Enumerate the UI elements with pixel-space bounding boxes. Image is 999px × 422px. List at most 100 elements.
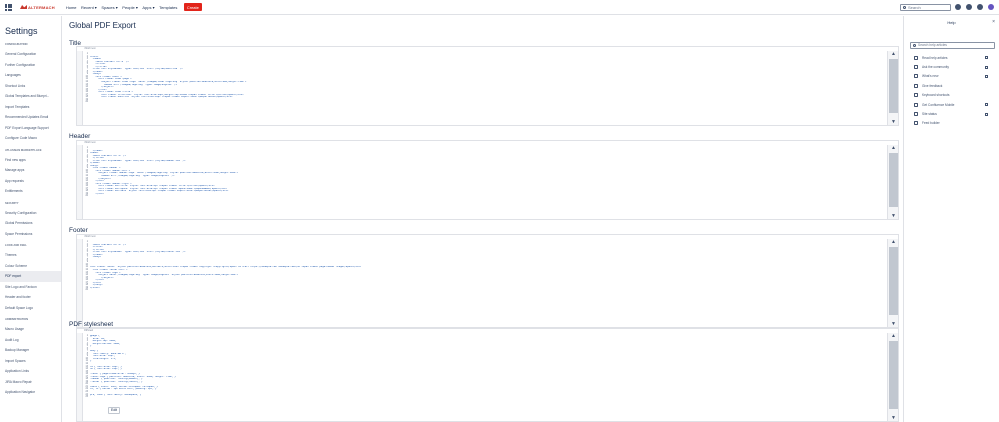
sidebar-item[interactable]: Security Configuration [5,208,61,219]
code-editor[interactable]: <html> text 1 2 3 4 5 6 7 8 9 10 11 12 13 14 15 16 17 18 19… [76,234,899,328]
primary-nav: Home Recent ▾ Spaces ▾ People ▾ Apps ▾ Templa… [66,5,182,10]
sidebar-item[interactable]: Default Space Logo [5,303,61,314]
search-input[interactable]: Search [900,4,951,11]
sidebar-item[interactable]: Header and footer [5,292,61,303]
sidebar-item[interactable]: Site Logo and Favicon [5,282,61,293]
sidebar-item[interactable]: Macro Usage [5,324,61,335]
close-icon[interactable]: × [992,19,995,25]
scroll-up-icon[interactable]: ▲ [888,51,898,57]
scroll-up-icon[interactable]: ▲ [888,239,898,245]
sidebar-item[interactable]: Shortcut Links [5,81,61,92]
scrollbar-thumb[interactable] [889,59,898,113]
sidebar-section-label: ADMINISTRATION [5,318,29,321]
app-switcher-icon[interactable] [5,3,12,11]
help-link[interactable]: Read help articles [914,53,990,62]
help-link-label: Site status [922,112,937,117]
help-icon[interactable] [966,4,972,10]
help-link[interactable]: Keyboard shortcuts [914,91,990,100]
edit-button[interactable]: Edit [108,407,120,414]
scroll-down-icon[interactable]: ▼ [888,321,898,327]
nav-item[interactable]: Apps ▾ [142,5,154,10]
sidebar-item[interactable]: Colour Scheme [5,261,61,272]
settings-icon[interactable] [977,4,983,10]
sidebar-item[interactable]: Audit Log [5,335,61,346]
code-content[interactable]: </head> <head> <meta charset="utf-8" /> <… [90,147,886,198]
sidebar-item[interactable]: Languages [5,70,61,81]
scrollbar-thumb[interactable] [889,341,898,409]
nav-item[interactable]: Spaces ▾ [101,5,117,10]
vertical-scrollbar[interactable]: ▲ ▼ [887,51,898,125]
vertical-scrollbar[interactable]: ▲ ▼ [887,145,898,219]
sidebar-item[interactable]: Entitlements [5,186,61,197]
line-number: 20 [85,195,88,198]
create-button[interactable]: Create [183,3,202,11]
section-title: Footer [69,227,88,234]
sidebar-item[interactable]: Further Configuration [5,60,61,71]
scroll-down-icon[interactable]: ▼ [888,119,898,125]
sidebar-item[interactable]: JIRA Macro Repair [5,377,61,388]
scroll-down-icon[interactable]: ▼ [888,415,898,421]
help-item-icon [914,55,918,60]
notifications-icon[interactable] [955,4,961,10]
vertical-scrollbar[interactable]: ▲ ▼ [887,239,898,327]
external-link-icon [985,103,988,107]
nav-item[interactable]: Recent ▾ [81,5,97,10]
sidebar-section-label: SECURITY [5,201,19,205]
scroll-up-icon[interactable]: ▲ [888,145,898,151]
line-numbers: 1 2 3 4 5 6 7 8 9 10 11 12 13 14 15 16 17 18 19 20 [78,241,88,292]
help-search-input[interactable]: Search help articles [910,42,995,49]
scrollbar-thumb[interactable] [889,247,898,315]
sidebar-item[interactable]: Import Templates [5,102,61,113]
help-item-icon [914,93,918,98]
sidebar-item[interactable]: PDF Export Language Support [5,123,61,134]
sidebar-item[interactable]: Space Permissions [5,229,61,240]
sidebar-item[interactable]: Global Templates and Bluepri... [5,91,61,102]
help-item-icon [914,83,918,88]
editor-mode-label: CSS text [84,330,94,332]
help-link[interactable]: Feed builder [914,119,990,128]
sidebar-item[interactable]: Global Permissions [5,218,61,229]
code-content[interactable]: @page { size: A4; margin-top: 20mm; marg… [90,335,886,399]
sidebar-item[interactable]: Themes [5,250,61,261]
nav-item[interactable]: People ▾ [122,5,138,10]
product-logo[interactable]: ALTERMACH [20,5,55,10]
sidebar-item[interactable]: App requests [5,176,61,187]
help-search-placeholder: Search help articles [918,43,947,47]
top-right-icons [955,4,994,10]
code-content[interactable]: <meta charset="utf-8" /> <title> </title… [90,241,886,292]
code-editor[interactable]: CSS text 1 2 3 4 5 6 7 8 9 10 11 12 13 14 15 16 17 18 19 20 2… [76,328,899,422]
avatar[interactable] [988,4,994,10]
vertical-scrollbar[interactable]: ▲ ▼ [887,333,898,421]
scroll-up-icon[interactable]: ▲ [888,333,898,339]
sidebar-item[interactable]: Configure Code Macro [5,133,61,144]
settings-sidebar: Settings CONFIGURATION General Configurat… [0,16,62,422]
sidebar-item[interactable]: Application Navigator [5,387,61,398]
search-icon [912,44,916,47]
sidebar-title: Settings [5,26,38,36]
help-link-label: Get Confluence Mobile [922,102,955,107]
scrollbar-thumb[interactable] [889,153,898,207]
sidebar-item[interactable]: Recommended Updates Email [5,112,61,123]
help-link[interactable]: Ask the community [914,62,990,71]
sidebar-item[interactable]: General Configuration [5,49,61,60]
nav-item[interactable]: Home [66,5,77,10]
sidebar-item[interactable]: Backup Manager [5,345,61,356]
sidebar-item[interactable]: Import Spaces [5,356,61,367]
page-title: Global PDF Export [69,21,136,30]
code-editor[interactable]: <html> text 1 2 3 4 5 6 7 8 9 10 11 12 13 14 15 16 17 18 19… [76,140,899,220]
sidebar-item[interactable]: Application Links [5,366,61,377]
sidebar-item[interactable]: Manage apps [5,165,61,176]
code-content[interactable]: <html> <head> <meta charset="utf-8" /> <… [90,53,886,104]
sidebar-item[interactable]: Find new apps [5,155,61,166]
scroll-down-icon[interactable]: ▼ [888,213,898,219]
help-title: Help [947,20,956,25]
help-link[interactable]: Site status [914,109,990,118]
nav-item[interactable]: Templates [159,5,177,10]
sidebar-item[interactable]: PDF export [0,271,61,282]
line-number: 20 [85,101,88,104]
help-link[interactable]: Give feedback [914,81,990,90]
help-link[interactable]: Get Confluence Mobile [914,100,990,109]
help-link[interactable]: What's new [914,72,990,81]
code-editor[interactable]: <html> text 1 2 3 4 5 6 7 8 9 10 11 12 13 14 15 16 17 18 19… [76,46,899,126]
